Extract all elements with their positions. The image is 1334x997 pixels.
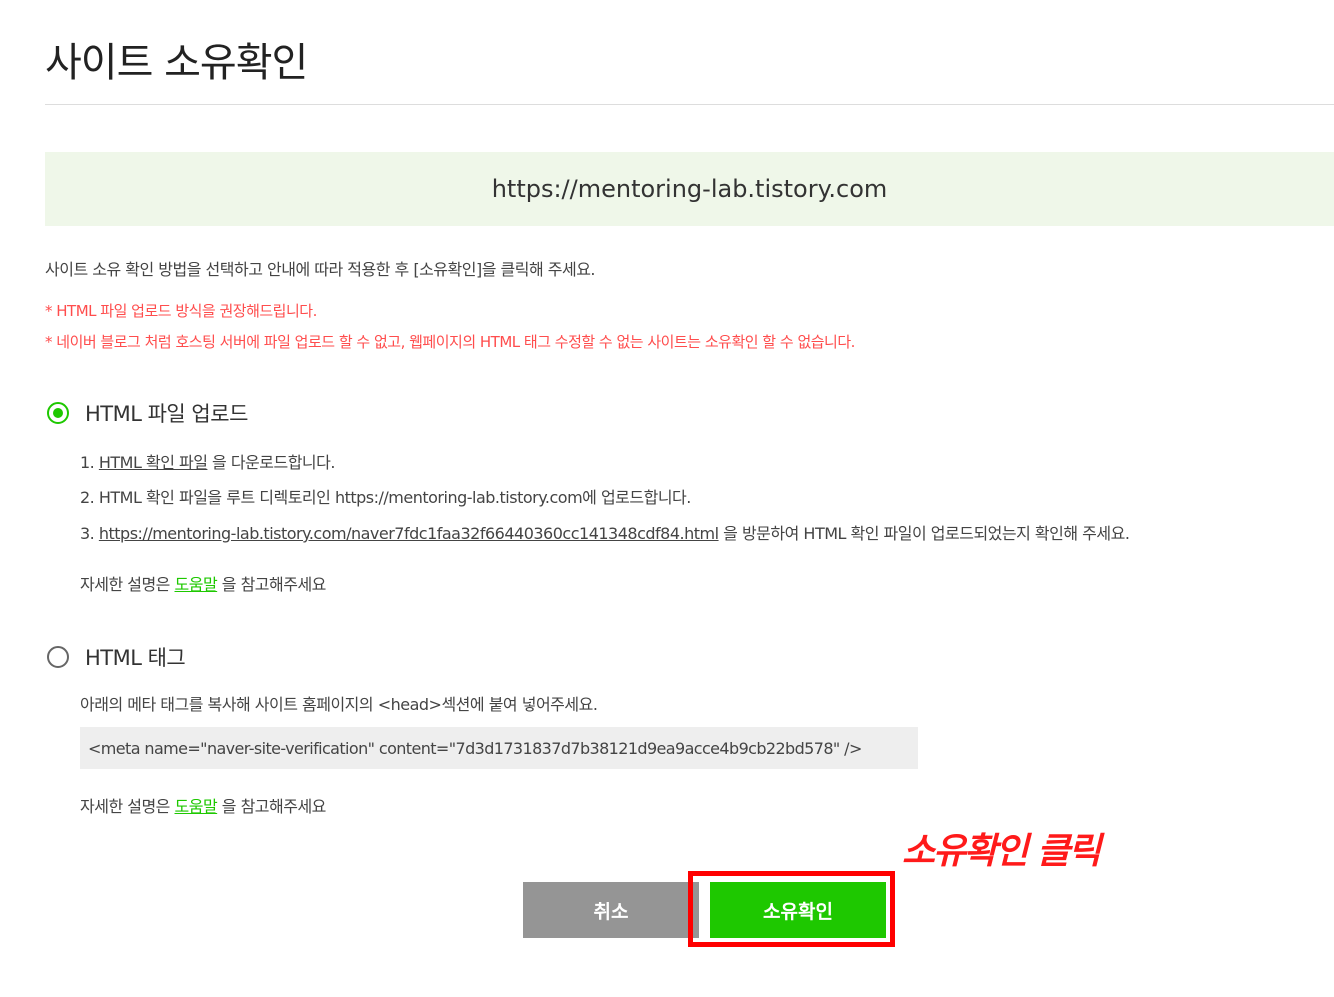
help-text-html-tag: 자세한 설명은 도움말 을 참고해주세요 bbox=[80, 793, 326, 817]
step-3-prefix: 3. bbox=[80, 524, 99, 543]
notice-restriction: * 네이버 블로그 처럼 호스팅 서버에 파일 업로드 할 수 없고, 웹페이지… bbox=[45, 333, 855, 351]
click-annotation: 소유확인 클릭 bbox=[902, 831, 1101, 872]
help-text-file-upload: 자세한 설명은 도움말 을 참고해주세요 bbox=[80, 571, 326, 595]
step-3: 3. https://mentoring-lab.tistory.com/nav… bbox=[80, 520, 1130, 544]
option-html-file-upload-label: HTML 파일 업로드 bbox=[85, 402, 248, 426]
step-1-prefix: 1. bbox=[80, 453, 99, 472]
confirm-ownership-button[interactable]: 소유확인 bbox=[710, 882, 886, 938]
page-title: 사이트 소유확인 bbox=[45, 40, 308, 86]
help-prefix: 자세한 설명은 bbox=[80, 575, 175, 594]
help-suffix: 을 참고해주세요 bbox=[217, 575, 327, 594]
meta-tag-box[interactable]: <meta name="naver-site-verification" con… bbox=[80, 727, 918, 769]
help-suffix: 을 참고해주세요 bbox=[217, 797, 327, 816]
meta-tag-code[interactable]: <meta name="naver-site-verification" con… bbox=[88, 739, 862, 758]
title-divider bbox=[45, 104, 1334, 105]
help-link[interactable]: 도움말 bbox=[175, 797, 218, 816]
option-html-file-upload[interactable]: HTML 파일 업로드 bbox=[47, 398, 248, 428]
help-link[interactable]: 도움말 bbox=[175, 575, 218, 594]
radio-html-tag[interactable] bbox=[47, 646, 69, 668]
verification-file-url-link[interactable]: https://mentoring-lab.tistory.com/naver7… bbox=[99, 524, 719, 543]
notice-recommend: * HTML 파일 업로드 방식을 권장해드립니다. bbox=[45, 302, 317, 320]
download-html-file-link[interactable]: HTML 확인 파일 bbox=[99, 453, 208, 472]
site-url: https://mentoring-lab.tistory.com bbox=[491, 175, 888, 203]
option-html-tag-label: HTML 태그 bbox=[85, 646, 186, 670]
instruction-text: 사이트 소유 확인 방법을 선택하고 안내에 따라 적용한 후 [소유확인]을 … bbox=[45, 260, 596, 279]
step-3-suffix: 을 방문하여 HTML 확인 파일이 업로드되었는지 확인해 주세요. bbox=[718, 524, 1130, 543]
step-1-suffix: 을 다운로드합니다. bbox=[207, 453, 335, 472]
help-prefix: 자세한 설명은 bbox=[80, 797, 175, 816]
cancel-button[interactable]: 취소 bbox=[523, 882, 699, 938]
site-url-banner: https://mentoring-lab.tistory.com bbox=[45, 152, 1334, 226]
step-2: 2. HTML 확인 파일을 루트 디렉토리인 https://mentorin… bbox=[80, 488, 691, 507]
step-1: 1. HTML 확인 파일 을 다운로드합니다. bbox=[80, 449, 335, 473]
radio-html-file-upload[interactable] bbox=[47, 402, 69, 424]
option-html-tag[interactable]: HTML 태그 bbox=[47, 642, 186, 672]
meta-tag-description: 아래의 메타 태그를 복사해 사이트 홈페이지의 <head>섹션에 붙여 넣어… bbox=[80, 695, 598, 714]
